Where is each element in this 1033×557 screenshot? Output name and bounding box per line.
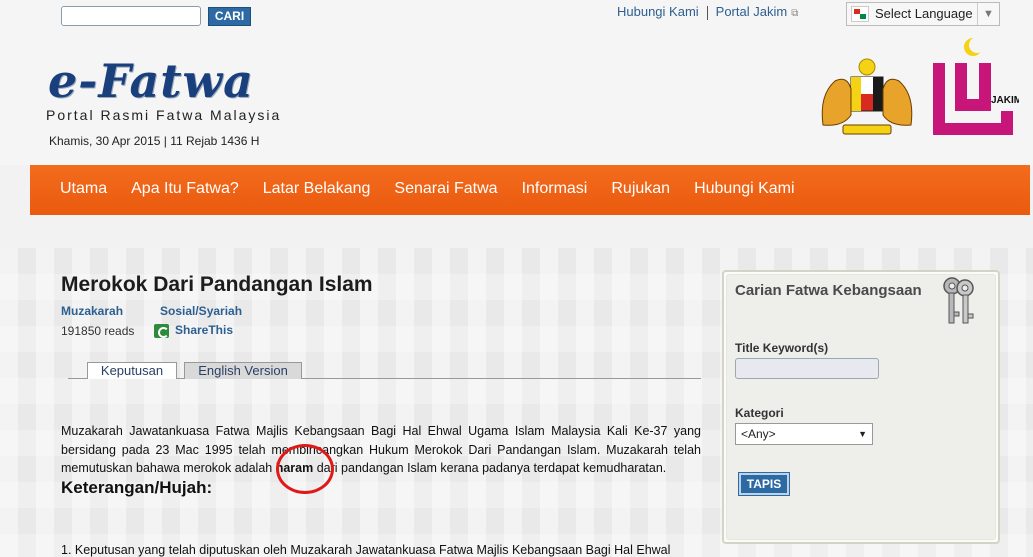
keys-icon bbox=[943, 277, 974, 324]
search-button[interactable]: CARI bbox=[208, 7, 251, 26]
divider bbox=[706, 5, 708, 20]
language-label: Select Language bbox=[875, 6, 973, 21]
jakim-label: JAKIM bbox=[991, 95, 1019, 106]
red-highlight-circle bbox=[276, 444, 334, 494]
nav-latar-belakang[interactable]: Latar Belakang bbox=[263, 165, 371, 213]
site-subtitle: Portal Rasmi Fatwa Malaysia bbox=[46, 107, 282, 123]
list-item: 1. Keputusan yang telah diputuskan oleh … bbox=[61, 543, 671, 557]
tab-keputusan[interactable]: Keputusan bbox=[87, 362, 177, 379]
contact-link[interactable]: Hubungi Kami bbox=[617, 4, 699, 19]
chevron-down-icon: ▼ bbox=[858, 429, 867, 439]
google-icon bbox=[851, 6, 869, 22]
subcategory-link[interactable]: Sosial/Syariah bbox=[160, 304, 242, 318]
nav-utama[interactable]: Utama bbox=[60, 165, 107, 213]
jakim-logo: JAKIM bbox=[933, 37, 1019, 135]
tab-english-version[interactable]: English Version bbox=[184, 362, 302, 379]
category-select[interactable]: <Any> ▼ bbox=[735, 423, 873, 445]
keyword-input[interactable] bbox=[735, 358, 879, 379]
article-paragraph: Muzakarah Jawatankuasa Fatwa Majlis Keba… bbox=[61, 424, 701, 475]
share-link[interactable]: ShareThis bbox=[175, 323, 233, 337]
category-value: <Any> bbox=[741, 427, 776, 441]
external-link-icon: ⧉ bbox=[791, 8, 799, 19]
language-select[interactable]: Select Language ▼ bbox=[846, 2, 1000, 26]
nav-hubungi-kami[interactable]: Hubungi Kami bbox=[694, 165, 795, 213]
panel-title: Carian Fatwa Kebangsaan bbox=[735, 282, 922, 299]
article-title: Merokok Dari Pandangan Islam bbox=[61, 273, 373, 296]
filter-button[interactable]: TAPIS bbox=[738, 472, 790, 496]
site-logo[interactable]: e-Fatwa bbox=[48, 54, 254, 108]
coat-of-arms-icon bbox=[821, 58, 913, 135]
nav-apa-itu-fatwa[interactable]: Apa Itu Fatwa? bbox=[131, 165, 239, 213]
chevron-down-icon: ▼ bbox=[977, 3, 999, 25]
category-link[interactable]: Muzakarah bbox=[61, 304, 123, 318]
search-input[interactable] bbox=[61, 6, 201, 26]
keyword-label: Title Keyword(s) bbox=[735, 341, 829, 355]
portal-jakim-link[interactable]: Portal Jakim bbox=[716, 4, 788, 19]
top-links: Hubungi Kami Portal Jakim ⧉ bbox=[617, 4, 798, 20]
read-count: 191850 reads bbox=[61, 324, 135, 338]
nav-rujukan[interactable]: Rujukan bbox=[611, 165, 670, 213]
category-label: Kategori bbox=[735, 406, 784, 420]
main-nav: Utama Apa Itu Fatwa? Latar Belakang Sena… bbox=[30, 165, 1030, 215]
share-icon[interactable] bbox=[154, 324, 169, 338]
date-line: Khamis, 30 Apr 2015 | 11 Rejab 1436 H bbox=[49, 134, 260, 148]
nav-senarai-fatwa[interactable]: Senarai Fatwa bbox=[394, 165, 497, 213]
section-heading: Keterangan/Hujah: bbox=[61, 478, 213, 497]
nav-informasi[interactable]: Informasi bbox=[522, 165, 588, 213]
